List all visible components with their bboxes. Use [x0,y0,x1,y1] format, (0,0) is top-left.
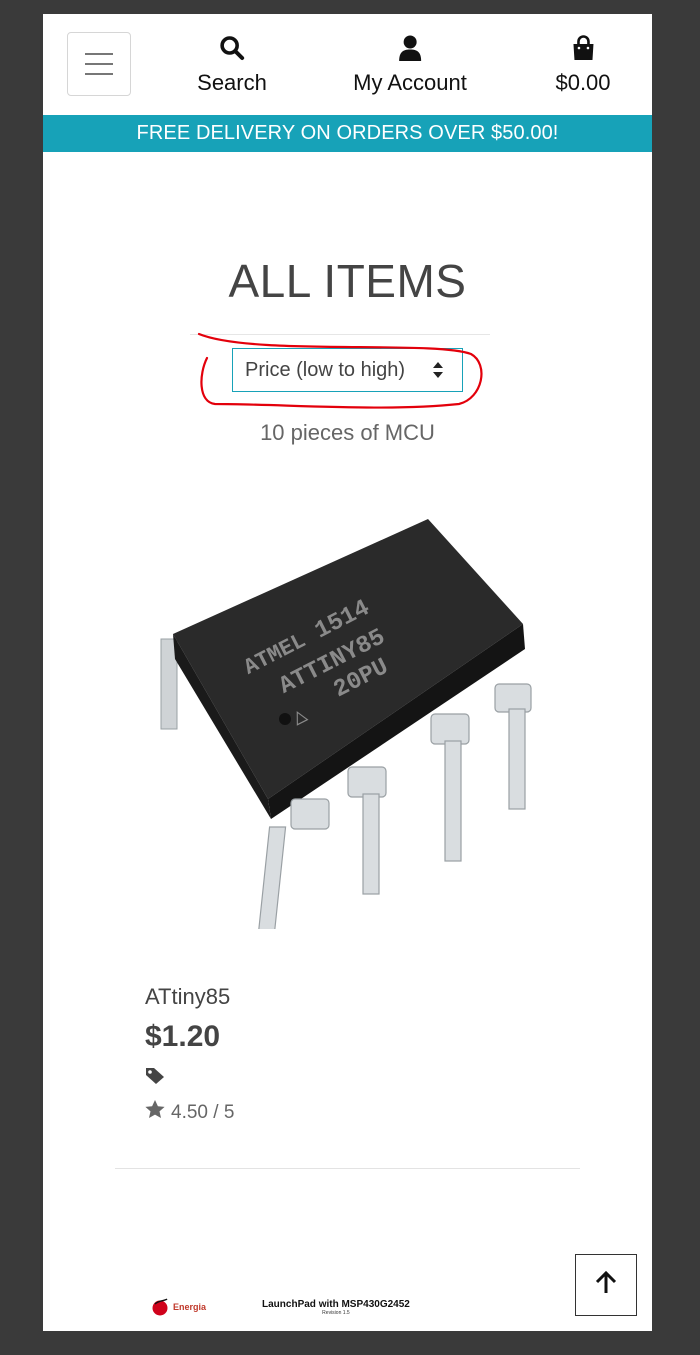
product-count: 10 pieces of MCU [260,420,435,445]
hamburger-icon [85,53,113,55]
next-product-image[interactable]: Energia LaunchPad with MSP430G2452 Revis… [151,1298,410,1316]
star-icon [145,1100,165,1125]
site-header: Search My Account $0.00 [43,14,652,115]
page-title: ALL ITEMS [228,255,467,307]
caption-line1: LaunchPad with MSP430G2452 [262,1298,410,1310]
hamburger-icon-bar [85,63,113,65]
my-account-label: My Account [353,70,467,95]
search-label: Search [197,70,267,95]
caption-line2: Revision 1.5 [322,1309,350,1316]
product-price: $1.20 [145,1020,221,1053]
product-rating: 4.50 / 5 [145,1100,234,1125]
energia-logo: Energia [151,1298,206,1316]
product-name[interactable]: ATtiny85 [145,984,230,1010]
product-divider [115,1168,580,1169]
hamburger-icon-bar [85,73,113,75]
tag-icon[interactable] [145,1067,165,1090]
search-icon [219,34,245,62]
energia-logo-text: Energia [173,1302,207,1312]
menu-toggle-button[interactable] [67,32,131,96]
product-image[interactable]: ATMEL 1514 ATTINY85 20PU △ [153,509,543,938]
rating-value: 4.50 / 5 [171,1101,235,1123]
bag-total-label: $0.00 [555,70,611,95]
shopping-bag-icon [571,34,595,62]
user-icon [398,34,422,62]
page: Search My Account $0.00 FREE DELIVERY ON… [43,14,652,1331]
highlight-annotation [197,332,483,409]
arrow-up-icon [595,1270,617,1300]
delivery-banner: FREE DELIVERY ON ORDERS OVER $50.00! [43,115,652,152]
back-to-top-button[interactable] [575,1254,637,1316]
next-product-caption: LaunchPad with MSP430G2452 Revision 1.5 [262,1299,410,1316]
